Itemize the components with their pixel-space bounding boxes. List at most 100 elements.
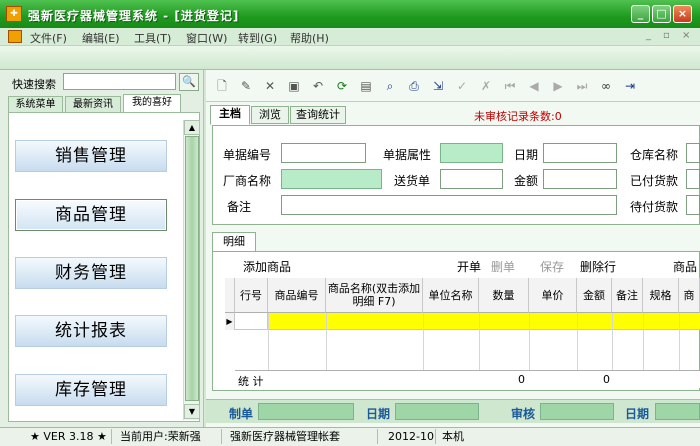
warehouse-input[interactable] xyxy=(686,143,700,163)
print-preview-icon[interactable]: ▤ xyxy=(358,78,374,94)
total-amount: 0 xyxy=(603,373,610,386)
save-button[interactable]: 保存 xyxy=(540,258,564,275)
nav-statistics-report[interactable]: 统计报表 xyxy=(15,315,167,347)
col-more[interactable]: 商 xyxy=(679,278,700,313)
scroll-down-icon[interactable]: ▼ xyxy=(184,404,200,419)
undo-icon[interactable]: ↶ xyxy=(310,78,326,94)
delete-bill-button[interactable]: 删单 xyxy=(491,258,515,275)
quick-search-label: 快速搜索 xyxy=(12,78,56,91)
status-version: ★ VER 3.18 ★ xyxy=(30,429,112,444)
tab-latest-news[interactable]: 最新资讯 xyxy=(65,96,121,112)
row-indicator-icon: ▶ xyxy=(225,313,235,330)
status-user: 当前用户:荣新强 xyxy=(120,429,222,444)
next-icon[interactable]: ▶ xyxy=(550,78,566,94)
search-icon: 🔍 xyxy=(182,75,196,88)
footer-date2-label: 日期 xyxy=(625,407,650,421)
bill-attr-input[interactable] xyxy=(440,143,503,163)
close-button[interactable]: × xyxy=(673,5,692,23)
scroll-thumb[interactable] xyxy=(185,136,199,401)
tab-detail[interactable]: 明细 xyxy=(212,232,256,252)
menu-file[interactable]: 文件(F) xyxy=(30,30,67,46)
tab-system-menu[interactable]: 系统菜单 xyxy=(8,96,63,112)
menu-edit[interactable]: 编辑(E) xyxy=(82,30,120,46)
mdi-restore-button[interactable]: ▫ xyxy=(663,30,670,41)
amount-input[interactable] xyxy=(543,169,617,189)
goods-more-button[interactable]: 商品 xyxy=(673,258,697,275)
maximize-button[interactable]: □ xyxy=(652,5,671,23)
edit-icon[interactable]: ✎ xyxy=(238,78,254,94)
binoculars-icon[interactable]: ∞ xyxy=(598,78,614,94)
status-account: 强新医疗器械管理帐套 xyxy=(230,429,378,444)
paid-input[interactable] xyxy=(686,169,700,189)
new-icon[interactable]: 🗋 xyxy=(214,78,230,94)
nav-sales-management[interactable]: 销售管理 xyxy=(15,140,167,172)
col-quantity[interactable]: 数量 xyxy=(479,278,529,313)
prev-icon[interactable]: ◀ xyxy=(526,78,542,94)
print-icon[interactable]: ⎙ xyxy=(406,78,422,94)
maker-field[interactable] xyxy=(258,403,354,420)
tab-browse[interactable]: 浏览 xyxy=(251,106,289,124)
col-goods-code[interactable]: 商品编号 xyxy=(268,278,326,313)
search-button[interactable]: 🔍 xyxy=(179,73,199,91)
add-goods-button[interactable]: 添加商品 xyxy=(243,258,291,275)
table-row[interactable] xyxy=(268,313,700,330)
save-icon[interactable]: ▣ xyxy=(286,78,302,94)
footer-date-label: 日期 xyxy=(366,407,391,421)
vendor-input[interactable] xyxy=(281,169,382,189)
col-line-no[interactable]: 行号 xyxy=(235,278,268,313)
tab-my-favorites[interactable]: 我的喜好 xyxy=(123,94,181,112)
delete-row-button[interactable]: 删除行 xyxy=(580,258,616,275)
nav-finance-management[interactable]: 财务管理 xyxy=(15,257,167,289)
audit-icon[interactable]: ✓ xyxy=(454,78,470,94)
unaudit-icon[interactable]: ✗ xyxy=(478,78,494,94)
minimize-button[interactable]: _ xyxy=(631,5,650,23)
left-scrollbar[interactable]: ▲ ▼ xyxy=(183,120,200,420)
exit-icon[interactable]: ⇥ xyxy=(622,78,638,94)
col-goods-name[interactable]: 商品名称(双击添加明细 F7) xyxy=(326,278,423,313)
col-amount[interactable]: 金额 xyxy=(577,278,612,313)
open-bill-button[interactable]: 开单 xyxy=(457,258,481,275)
nav-goods-management[interactable]: 商品管理 xyxy=(15,199,167,231)
remark-input[interactable] xyxy=(281,195,617,215)
menu-help[interactable]: 帮助(H) xyxy=(290,30,329,46)
find-icon[interactable]: ⌕ xyxy=(382,78,398,94)
delete-icon[interactable]: ✕ xyxy=(262,78,278,94)
nav-inventory-management[interactable]: 库存管理 xyxy=(15,374,167,406)
first-icon[interactable]: ⏮ xyxy=(502,78,518,94)
date-input[interactable] xyxy=(543,143,617,163)
status-period: 2012-10 xyxy=(388,429,436,444)
menu-window[interactable]: 窗口(W) xyxy=(186,30,227,46)
col-spec[interactable]: 规格 xyxy=(643,278,679,313)
col-unit-name[interactable]: 单位名称 xyxy=(423,278,479,313)
delivery-input[interactable] xyxy=(440,169,503,189)
warehouse-label: 仓库名称 xyxy=(630,148,679,162)
grid-corner xyxy=(225,278,235,313)
quick-search-input[interactable] xyxy=(63,73,176,90)
amount-label: 金额 xyxy=(514,174,539,188)
remark-label: 备注 xyxy=(227,200,252,214)
mdi-minimize-button[interactable]: _ xyxy=(646,30,651,41)
tab-master[interactable]: 主档 xyxy=(210,105,250,125)
auditor-field[interactable] xyxy=(540,403,614,420)
header-band xyxy=(0,46,700,70)
col-unit-price[interactable]: 单价 xyxy=(529,278,577,313)
window-title: 强新医疗器械管理系统 - [进货登记] xyxy=(28,9,240,23)
tab-query-statistics[interactable]: 查询统计 xyxy=(290,106,346,124)
bill-no-input[interactable] xyxy=(281,143,366,163)
vendor-label: 厂商名称 xyxy=(223,174,272,188)
scroll-up-icon[interactable]: ▲ xyxy=(184,120,200,135)
export-icon[interactable]: ⇲ xyxy=(430,78,446,94)
unpaid-input[interactable] xyxy=(686,195,700,215)
refresh-icon[interactable]: ⟳ xyxy=(334,78,350,94)
menu-goto[interactable]: 转到(G) xyxy=(238,30,277,46)
delivery-label: 送货单 xyxy=(394,174,431,188)
col-remark[interactable]: 备注 xyxy=(612,278,643,313)
menu-tools[interactable]: 工具(T) xyxy=(134,30,171,46)
mdi-close-button[interactable]: × xyxy=(682,30,690,41)
last-icon[interactable]: ⏭ xyxy=(574,78,590,94)
footer-date-field[interactable] xyxy=(395,403,479,420)
unaudited-count: 未审核记录条数:0 xyxy=(474,110,562,123)
table-row-cell[interactable] xyxy=(235,313,268,330)
footer-date2-field[interactable] xyxy=(655,403,700,420)
auditor-label: 审核 xyxy=(511,407,536,421)
